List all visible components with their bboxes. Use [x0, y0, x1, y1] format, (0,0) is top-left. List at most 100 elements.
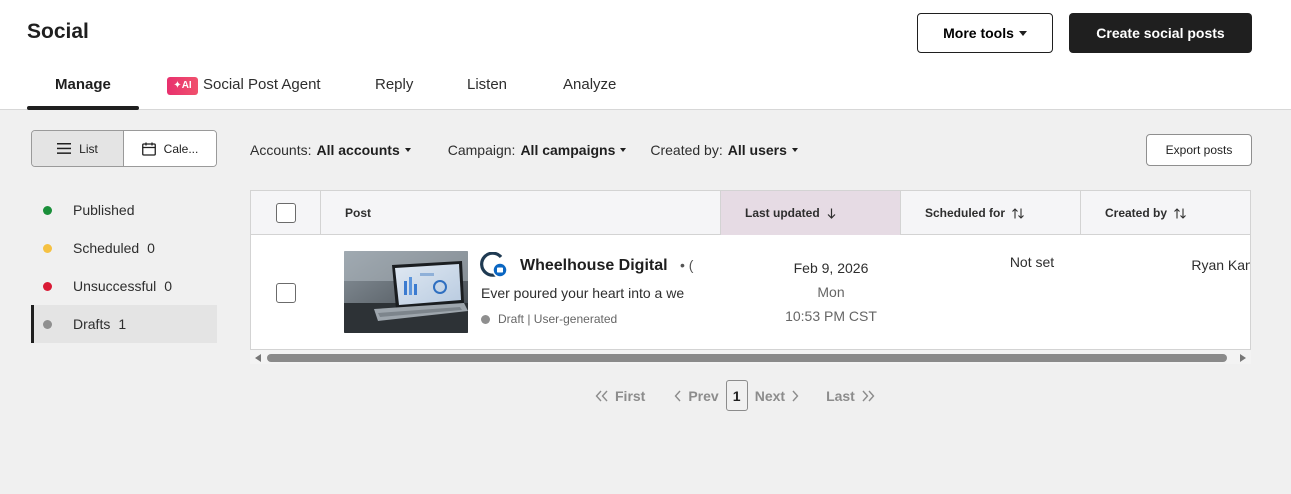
- account-extra: • (: [680, 257, 694, 273]
- tab-analyze[interactable]: Analyze: [563, 76, 616, 93]
- column-label: Created by: [1105, 206, 1168, 220]
- scheduled-dot-icon: [43, 244, 52, 253]
- status-drafts[interactable]: Drafts 1: [31, 305, 217, 343]
- post-thumbnail[interactable]: [344, 251, 468, 333]
- first-page-button[interactable]: First: [595, 388, 645, 404]
- list-icon: [57, 143, 72, 154]
- post-preview-text: Ever poured your heart into a we: [481, 285, 685, 301]
- last-updated-column-header[interactable]: Last updated: [721, 191, 901, 235]
- drafts-dot-icon: [43, 320, 52, 329]
- current-page-button[interactable]: 1: [725, 380, 748, 411]
- post-column-header: Post: [321, 191, 721, 235]
- campaign-filter-value: All campaigns: [520, 142, 616, 158]
- filter-bar: Accounts: All accounts Campaign: All cam…: [250, 141, 798, 159]
- updated-day: Mon: [817, 284, 845, 300]
- caret-down-icon: [791, 148, 798, 152]
- sort-icon: [1012, 207, 1024, 219]
- laptop-photo-image: [344, 251, 468, 333]
- accounts-filter-value: All accounts: [316, 142, 400, 158]
- active-tab-indicator: [27, 106, 139, 110]
- double-chevron-left-icon: [595, 390, 608, 401]
- updated-time: 10:53 PM CST: [785, 308, 877, 324]
- select-all-checkbox[interactable]: [276, 203, 296, 223]
- status-scheduled[interactable]: Scheduled 0: [31, 229, 217, 267]
- calendar-view-button[interactable]: Cale...: [124, 131, 216, 166]
- campaign-filter-label: Campaign:: [447, 142, 516, 158]
- page-title: Social: [27, 20, 89, 43]
- scroll-left-arrow-icon[interactable]: [255, 354, 261, 362]
- status-label: Drafts: [73, 316, 111, 332]
- published-dot-icon: [43, 206, 52, 215]
- status-filter-list: Published Scheduled 0 Unsuccessful 0 Dra…: [31, 191, 217, 343]
- post-status: Draft | User-generated: [481, 312, 617, 326]
- chevron-right-icon: [792, 390, 799, 401]
- last-page-button[interactable]: Last: [826, 388, 875, 404]
- accounts-filter[interactable]: Accounts: All accounts: [250, 142, 411, 158]
- double-chevron-right-icon: [862, 390, 875, 401]
- created-by-filter-label: Created by:: [650, 142, 723, 158]
- status-label: Unsuccessful: [73, 278, 157, 294]
- sort-descending-icon: [827, 208, 836, 219]
- scroll-right-arrow-icon[interactable]: [1240, 354, 1246, 362]
- calendar-view-label: Cale...: [163, 141, 199, 156]
- tab-reply[interactable]: Reply: [375, 76, 413, 93]
- table-row[interactable]: Wheelhouse Digital • ( Ever poured your …: [251, 235, 1250, 349]
- tab-bar: Manage ✦ AI Social Post Agent Reply Listen…: [0, 66, 700, 110]
- account-name[interactable]: Wheelhouse Digital: [520, 257, 668, 275]
- status-count: 0: [147, 240, 155, 256]
- first-label: First: [615, 387, 646, 404]
- unsuccessful-dot-icon: [43, 282, 52, 291]
- accounts-filter-label: Accounts:: [250, 142, 312, 158]
- pagination: First Prev 1 Next Last: [595, 380, 875, 411]
- column-label: Post: [345, 206, 372, 220]
- column-label: Scheduled for: [925, 206, 1006, 220]
- prev-label: Prev: [688, 387, 719, 404]
- status-label: Published: [73, 202, 135, 218]
- scheduled-for-column-header[interactable]: Scheduled for: [901, 191, 1081, 235]
- status-label: Scheduled: [73, 240, 140, 256]
- scheduled-for-cell: Not set: [1009, 254, 1055, 270]
- table-header: Post Last updated Scheduled for Created …: [251, 191, 1250, 235]
- created-by-filter[interactable]: Created by: All users: [650, 142, 798, 158]
- caret-down-icon: [404, 148, 411, 152]
- created-by-filter-value: All users: [727, 142, 787, 158]
- list-view-label: List: [79, 141, 98, 156]
- more-tools-button[interactable]: More tools: [917, 13, 1053, 53]
- draft-dot-icon: [481, 314, 490, 324]
- status-unsuccessful[interactable]: Unsuccessful 0: [31, 267, 217, 305]
- caret-down-icon: [1018, 30, 1027, 36]
- create-social-posts-button[interactable]: Create social posts: [1069, 13, 1252, 53]
- sort-icon: [1174, 207, 1186, 219]
- app-header: Social More tools Create social posts Ma…: [0, 0, 1291, 110]
- row-checkbox[interactable]: [276, 283, 296, 303]
- next-page-button[interactable]: Next: [755, 388, 799, 404]
- last-label: Last: [826, 387, 855, 404]
- next-label: Next: [754, 387, 786, 404]
- linkedin-account-icon: [480, 252, 508, 278]
- posts-table: Post Last updated Scheduled for Created …: [250, 190, 1251, 350]
- select-all-cell: [251, 191, 321, 235]
- status-count: 1: [118, 316, 127, 332]
- export-posts-button[interactable]: Export posts: [1146, 134, 1252, 166]
- scrollbar-thumb[interactable]: [267, 354, 1227, 362]
- prev-page-button[interactable]: Prev: [674, 387, 719, 404]
- created-by-column-header[interactable]: Created by: [1081, 191, 1250, 235]
- sparkle-icon: ✦: [173, 80, 182, 91]
- column-label: Last updated: [745, 206, 820, 220]
- caret-down-icon: [620, 148, 627, 152]
- campaign-filter[interactable]: Campaign: All campaigns: [448, 142, 627, 158]
- tab-listen[interactable]: Listen: [467, 76, 507, 93]
- calendar-icon: [141, 142, 156, 156]
- chevron-left-icon: [674, 390, 681, 401]
- status-count: 0: [164, 278, 173, 294]
- ai-badge-label: AI: [181, 80, 192, 91]
- post-status-text: Draft | User-generated: [498, 312, 618, 326]
- horizontal-scrollbar[interactable]: [250, 349, 1251, 364]
- tab-label: Social Post Agent: [203, 76, 321, 93]
- tab-manage[interactable]: Manage: [55, 76, 111, 93]
- created-by-cell: Ryan Kane: [1191, 257, 1250, 273]
- view-toggle: List Cale...: [31, 130, 217, 167]
- tab-social-post-agent[interactable]: ✦ AI Social Post Agent: [167, 76, 321, 95]
- list-view-button[interactable]: List: [32, 131, 124, 166]
- status-published[interactable]: Published: [31, 191, 217, 229]
